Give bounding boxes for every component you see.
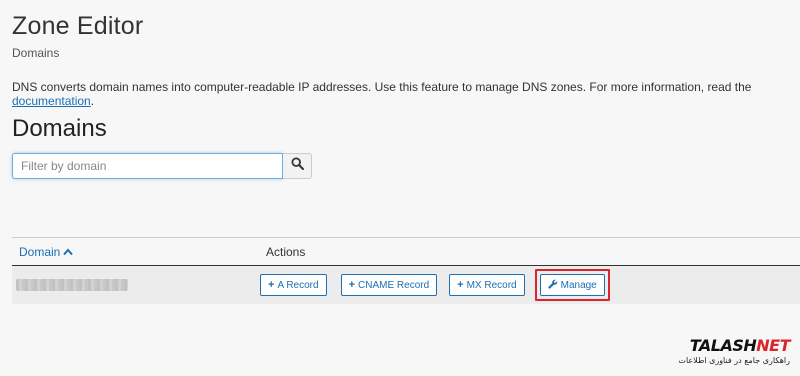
column-header-domain-label: Domain [19, 244, 61, 259]
page-title: Zone Editor [12, 12, 144, 40]
domains-table: Domain Actions + A Record + CNAME Record… [12, 237, 800, 304]
search-icon [290, 157, 304, 175]
wrench-icon [547, 279, 558, 292]
actions-cell: + A Record + CNAME Record + MX Record Ma… [260, 269, 610, 301]
add-cname-record-button[interactable]: + CNAME Record [340, 274, 438, 296]
add-a-record-button[interactable]: + A Record [260, 274, 327, 296]
table-row: + A Record + CNAME Record + MX Record Ma… [12, 266, 800, 304]
filter-domain-input[interactable] [12, 153, 283, 179]
column-header-domain[interactable]: Domain [12, 245, 266, 259]
cname-record-label: CNAME Record [358, 279, 430, 291]
domain-cell [12, 279, 260, 291]
chevron-up-icon [63, 245, 74, 259]
intro-text: DNS converts domain names into computer-… [12, 80, 792, 108]
watermark-logo: TALASHNET راهکاری جامع در فناوری اطلاعات [678, 336, 791, 366]
brand-dark: TALASH [689, 336, 757, 355]
documentation-link[interactable]: documentation [12, 94, 91, 108]
mx-record-label: MX Record [466, 279, 517, 291]
search-group [12, 153, 312, 179]
plus-icon: + [457, 279, 464, 291]
plus-icon: + [268, 279, 275, 291]
watermark-tagline: راهکاری جامع در فناوری اطلاعات [678, 356, 790, 365]
breadcrumb: Domains [12, 46, 60, 60]
intro-body: DNS converts domain names into computer-… [12, 80, 752, 94]
section-title: Domains [12, 115, 107, 142]
add-mx-record-button[interactable]: + MX Record [449, 274, 525, 296]
manage-label: Manage [560, 279, 597, 291]
manage-highlight-box: Manage [534, 269, 610, 301]
zone-editor-page: Zone Editor Domains DNS converts domain … [0, 0, 800, 376]
watermark-brand: TALASHNET [678, 336, 791, 355]
column-header-actions: Actions [266, 244, 306, 259]
plus-icon: + [348, 279, 356, 291]
a-record-label: A Record [277, 279, 319, 291]
brand-red: NET [756, 336, 790, 355]
manage-button[interactable]: Manage [539, 274, 605, 296]
search-button[interactable] [283, 153, 312, 179]
table-header: Domain Actions [12, 238, 800, 266]
intro-tail: . [90, 94, 95, 108]
blurred-domain-name [16, 279, 128, 291]
